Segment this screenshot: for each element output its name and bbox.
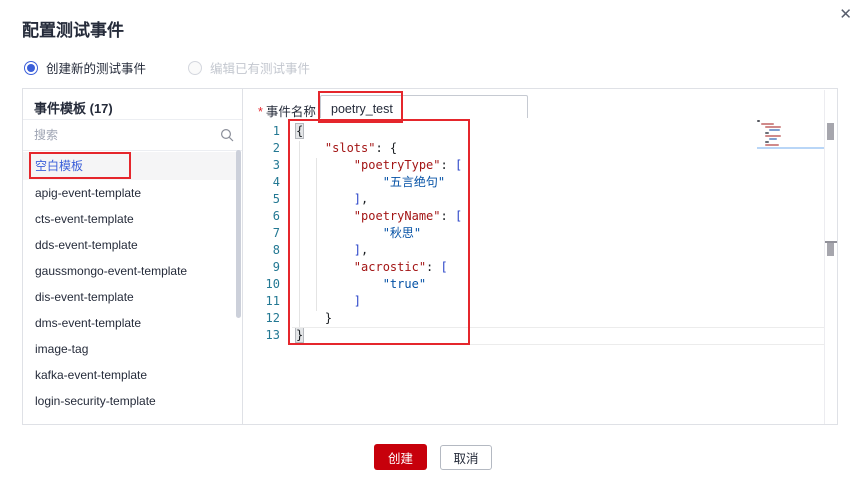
line-number: 12 <box>265 311 280 325</box>
minimap-bar <box>769 129 780 131</box>
template-list-item[interactable]: apig-event-template <box>23 180 236 206</box>
minimap-bar <box>757 120 760 122</box>
minimap-bar <box>769 138 777 140</box>
template-search-row <box>23 120 242 151</box>
code-text: "秋思" <box>382 226 422 240</box>
template-list-item[interactable]: image-tag <box>23 336 236 362</box>
minimap-bar <box>765 144 779 146</box>
code-text: ] <box>353 294 362 308</box>
line-number: 1 <box>272 124 280 138</box>
create-button[interactable]: 创建 <box>374 444 427 470</box>
editor-line: 8 ], <box>243 242 823 259</box>
dialog-scrollbar-thumb[interactable] <box>827 243 834 256</box>
close-icon[interactable]: ✕ <box>839 7 852 22</box>
event-mode-radio-group: 创建新的测试事件 编辑已有测试事件 <box>24 58 352 77</box>
cancel-button[interactable]: 取消 <box>440 445 492 470</box>
minimap-bar <box>765 135 781 137</box>
indent-guide <box>316 158 317 311</box>
minimap-bar <box>765 126 781 128</box>
line-number: 8 <box>272 243 280 257</box>
code-text: "五言绝句" <box>382 175 446 189</box>
minimap-bar <box>765 141 769 143</box>
minimap-bar <box>765 132 769 134</box>
template-list-item[interactable]: kafka-event-template <box>23 362 236 388</box>
search-input[interactable] <box>34 124 214 146</box>
radio-label: 编辑已有测试事件 <box>210 62 311 76</box>
radio-edit-existing-event[interactable]: 编辑已有测试事件 <box>188 58 310 77</box>
editor-line: 7 "秋思" <box>243 225 823 242</box>
template-list-item[interactable]: dis-event-template <box>23 284 236 310</box>
editor-line: 2 "slots": { <box>243 140 823 157</box>
template-list: 空白模板 apig-event-template cts-event-templat… <box>23 152 236 414</box>
page-title: 配置测试事件 <box>22 21 124 40</box>
template-panel-header: 事件模板 (17) <box>34 101 113 116</box>
template-list-item[interactable]: cts-event-template <box>23 206 236 232</box>
event-name-label: 事件名称 <box>265 105 316 119</box>
scrollbar-track <box>824 90 825 424</box>
current-line-border <box>292 344 824 345</box>
code-text: "acrostic": [ <box>353 260 448 274</box>
code-text: } <box>324 311 333 325</box>
editor-line: 13} <box>243 327 823 344</box>
template-list-item[interactable]: dms-event-template <box>23 310 236 336</box>
line-number: 9 <box>272 260 280 274</box>
radio-label: 创建新的测试事件 <box>46 62 147 76</box>
editor-line: 4 "五言绝句" <box>243 174 823 191</box>
template-list-scrollbar[interactable] <box>236 150 241 318</box>
line-number: 13 <box>265 328 280 342</box>
search-icon <box>220 128 234 147</box>
editor-line: 3 "poetryType": [ <box>243 157 823 174</box>
indent-guide <box>299 141 300 328</box>
required-asterisk: * <box>258 105 263 119</box>
line-number: 6 <box>272 209 280 223</box>
template-list-item[interactable]: 空白模板 <box>23 152 236 180</box>
code-text: } <box>294 327 305 343</box>
minimap-bar <box>761 123 774 125</box>
code-text: "slots": { <box>324 141 398 155</box>
configure-test-event-dialog: ✕ 配置测试事件 创建新的测试事件 编辑已有测试事件 事件模板 (17) 空白模… <box>0 0 865 493</box>
code-text: ], <box>353 192 369 206</box>
code-text: "poetryType": [ <box>353 158 463 172</box>
line-number: 3 <box>272 158 280 172</box>
code-text: ], <box>353 243 369 257</box>
annotation-box-template <box>29 152 131 179</box>
template-list-item[interactable]: login-security-template <box>23 388 236 414</box>
editor-line: 6 "poetryName": [ <box>243 208 823 225</box>
template-list-item[interactable]: gaussmongo-event-template <box>23 258 236 284</box>
minimap-view-line <box>757 147 824 149</box>
line-number: 10 <box>265 277 280 291</box>
line-number: 2 <box>272 141 280 155</box>
code-text: { <box>294 123 305 139</box>
code-text: "poetryName": [ <box>353 209 463 223</box>
json-code-editor[interactable]: 1{2 "slots": {3 "poetryType": [4 "五言绝句" 5… <box>243 118 825 424</box>
template-list-item[interactable]: dds-event-template <box>23 232 236 258</box>
editor-line: 1{ <box>243 123 823 140</box>
radio-selected-icon <box>24 60 38 75</box>
line-number: 5 <box>272 192 280 206</box>
editor-line: 5 ], <box>243 191 823 208</box>
radio-create-new-event[interactable]: 创建新的测试事件 <box>24 58 146 77</box>
editor-scrollbar-thumb[interactable] <box>827 123 834 140</box>
line-number: 7 <box>272 226 280 240</box>
line-number: 4 <box>272 175 280 189</box>
editor-line: 9 "acrostic": [ <box>243 259 823 276</box>
current-line-border <box>292 327 824 328</box>
radio-disabled-icon <box>188 60 203 75</box>
editor-line: 10 "true" <box>243 276 823 293</box>
editor-line: 12 } <box>243 310 823 327</box>
line-number: 11 <box>265 294 280 308</box>
editor-line: 11 ] <box>243 293 823 310</box>
